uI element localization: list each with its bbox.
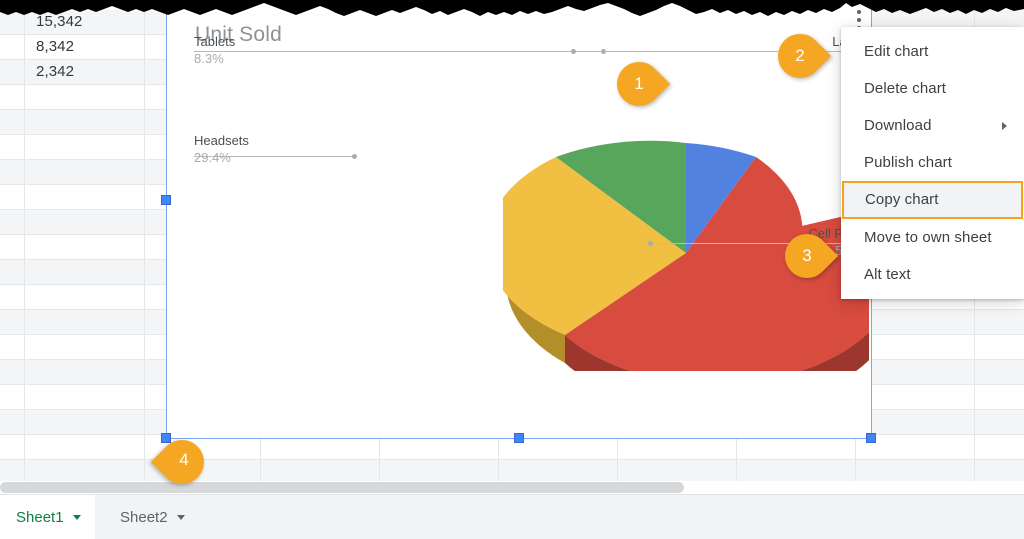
- callout-number: 4: [179, 450, 189, 469]
- callout-badge-2: 2: [768, 24, 832, 88]
- menu-item-label: Copy chart: [865, 191, 939, 208]
- sheet-tab-label: Sheet1: [16, 509, 64, 526]
- chart-canvas: Unit Sold Tablets 8.3% Headsets 29.4% Ce…: [167, 1, 872, 438]
- menu-item-label: Alt text: [864, 266, 911, 283]
- chevron-down-icon[interactable]: [72, 515, 81, 520]
- sheet-tab-sheet1[interactable]: Sheet1: [0, 495, 95, 539]
- chevron-right-icon: [1002, 121, 1007, 130]
- grid-column-divider: [144, 0, 145, 483]
- pie-label-percent: 8.3%: [194, 51, 224, 66]
- callout-number: 3: [802, 246, 812, 265]
- menu-item-label: Delete chart: [864, 80, 947, 97]
- chart-context-menu: Edit chart Delete chart Download Publish…: [841, 27, 1024, 299]
- chart-object[interactable]: Unit Sold Tablets 8.3% Headsets 29.4% Ce…: [166, 0, 872, 439]
- spreadsheet-app: 15,342 8,342 2,342 Unit Sold Tablets 8.3…: [0, 0, 1024, 539]
- cell-value[interactable]: 15,342: [24, 10, 144, 35]
- leader-dot-headsets: [352, 154, 357, 159]
- leader-line-tablets: [194, 51, 604, 52]
- menu-item-alt-text[interactable]: Alt text: [841, 256, 1024, 293]
- menu-item-label: Download: [864, 117, 932, 134]
- menu-item-delete-chart[interactable]: Delete chart: [841, 70, 1024, 107]
- pie-label-percent: 29.4%: [194, 150, 231, 165]
- menu-item-edit-chart[interactable]: Edit chart: [841, 33, 1024, 70]
- menu-item-copy-chart[interactable]: Copy chart: [842, 181, 1023, 219]
- pie-label-tablets: Tablets 8.3%: [194, 33, 235, 67]
- callout-number: 2: [795, 46, 805, 65]
- chevron-down-icon[interactable]: [176, 515, 185, 520]
- callout-badge-3: 3: [775, 224, 839, 288]
- cell-value[interactable]: 8,342: [24, 35, 144, 60]
- menu-item-download[interactable]: Download: [841, 107, 1024, 144]
- pie-label-name: Headsets: [194, 133, 249, 148]
- horizontal-scrollbar[interactable]: [0, 482, 684, 493]
- cell-value[interactable]: 2,342: [24, 60, 144, 85]
- menu-item-label: Edit chart: [864, 43, 929, 60]
- callout-badge-1: 1: [607, 52, 671, 116]
- leader-dot-laptop: [571, 49, 576, 54]
- sheet-tab-label: Sheet2: [120, 509, 168, 526]
- selection-handle-bottom-right[interactable]: [866, 433, 876, 443]
- pie-label-name: Tablets: [194, 34, 236, 49]
- menu-item-publish-chart[interactable]: Publish chart: [841, 144, 1024, 181]
- leader-dot-cell-phone: [648, 241, 653, 246]
- pie-label-headsets: Headsets 29.4%: [194, 132, 249, 166]
- menu-item-label: Publish chart: [864, 154, 953, 171]
- sheet-tab-sheet2[interactable]: Sheet2: [104, 495, 214, 539]
- selection-handle-left[interactable]: [161, 195, 171, 205]
- menu-item-label: Move to own sheet: [864, 229, 992, 246]
- selection-handle-bottom[interactable]: [514, 433, 524, 443]
- callout-number: 1: [634, 74, 644, 93]
- sheet-tab-bar: Sheet1 Sheet2: [0, 494, 1024, 539]
- menu-item-move-to-own-sheet[interactable]: Move to own sheet: [841, 219, 1024, 256]
- callout-badge-4: 4: [150, 430, 214, 494]
